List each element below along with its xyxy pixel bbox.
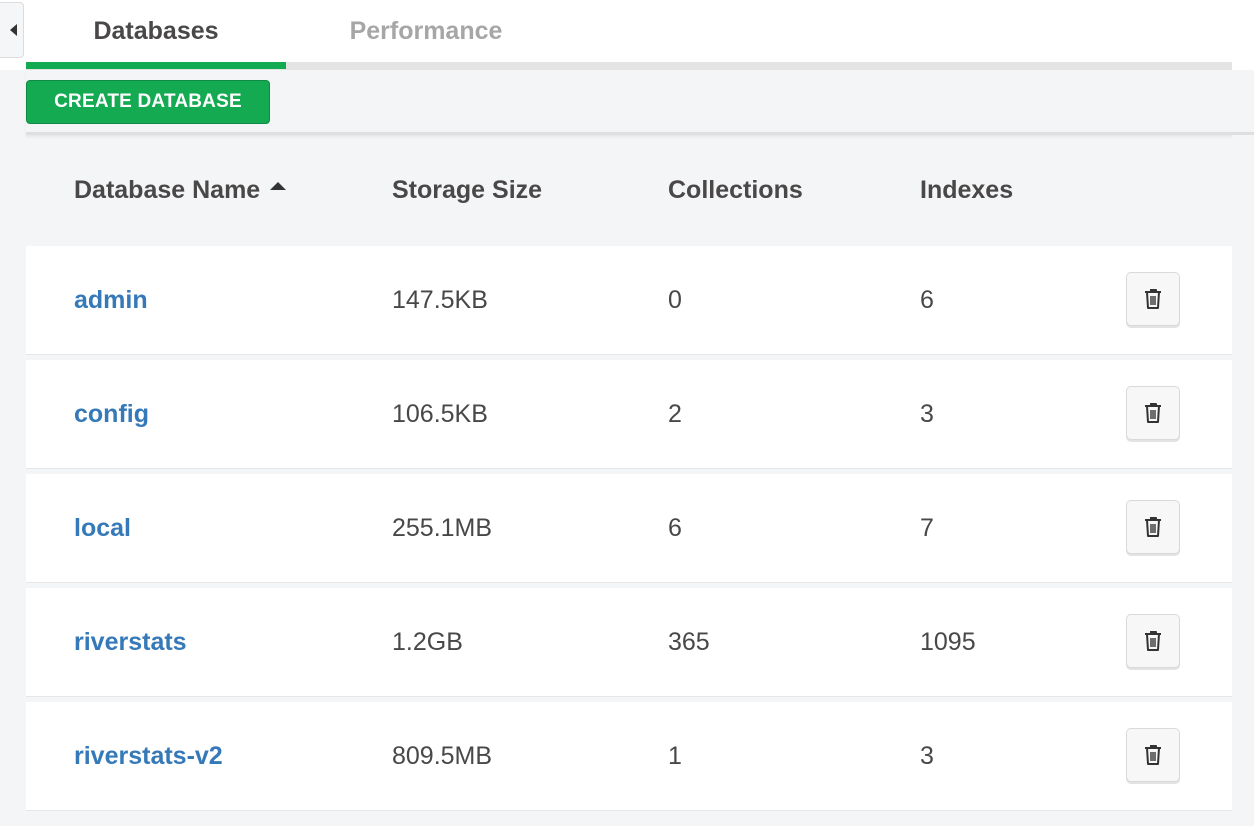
- indexes-count: 3: [920, 741, 934, 770]
- database-name-link[interactable]: riverstats-v2: [74, 702, 223, 810]
- delete-database-button[interactable]: [1126, 386, 1180, 440]
- active-tab-indicator: [26, 62, 286, 69]
- table-row: config 106.5KB 2 3: [26, 360, 1232, 468]
- column-header-collections[interactable]: Collections: [668, 176, 803, 205]
- indexes-count: 3: [920, 399, 934, 428]
- database-list: admin 147.5KB 0 6 config 106.5KB 2 3 loc…: [26, 246, 1232, 816]
- tab-performance[interactable]: Performance: [296, 0, 556, 62]
- caret-left-icon: [9, 24, 17, 36]
- indexes-count: 6: [920, 285, 934, 314]
- tab-bar: Databases Performance: [26, 0, 1232, 70]
- collections-count: 1: [668, 741, 682, 770]
- sort-ascending-icon: [270, 182, 287, 190]
- trash-icon: [1145, 745, 1161, 765]
- storage-size: 1.2GB: [392, 627, 463, 656]
- collections-count: 6: [668, 513, 682, 542]
- create-database-button[interactable]: CREATE DATABASE: [26, 80, 270, 124]
- database-name-link[interactable]: riverstats: [74, 588, 187, 696]
- storage-size: 255.1MB: [392, 513, 493, 542]
- table-row: riverstats 1.2GB 365 1095: [26, 588, 1232, 696]
- tab-databases[interactable]: Databases: [26, 0, 286, 62]
- column-header-name-label: Database Name: [74, 176, 261, 204]
- column-header-storage[interactable]: Storage Size: [392, 176, 542, 205]
- indexes-count: 7: [920, 513, 934, 542]
- table-row: admin 147.5KB 0 6: [26, 246, 1232, 354]
- trash-icon: [1145, 631, 1161, 651]
- collections-count: 365: [668, 627, 710, 656]
- delete-database-button[interactable]: [1126, 728, 1180, 782]
- delete-database-button[interactable]: [1126, 500, 1180, 554]
- toolbar: CREATE DATABASE: [26, 70, 1254, 135]
- storage-size: 147.5KB: [392, 285, 488, 314]
- column-header-indexes[interactable]: Indexes: [920, 176, 1013, 205]
- table-row: local 255.1MB 6 7: [26, 474, 1232, 582]
- storage-size: 809.5MB: [392, 741, 493, 770]
- database-name-link[interactable]: local: [74, 474, 131, 582]
- collapse-sidebar-button[interactable]: [0, 2, 24, 58]
- storage-size: 106.5KB: [392, 399, 488, 428]
- trash-icon: [1145, 517, 1161, 537]
- delete-database-button[interactable]: [1126, 272, 1180, 326]
- trash-icon: [1145, 403, 1161, 423]
- database-name-link[interactable]: config: [74, 360, 149, 468]
- collections-count: 2: [668, 399, 682, 428]
- scroll-gutter: [1232, 135, 1254, 826]
- collections-count: 0: [668, 285, 682, 314]
- database-name-link[interactable]: admin: [74, 246, 148, 354]
- table-header: Database Name Storage Size Collections I…: [26, 140, 1232, 244]
- top-bar: Databases Performance: [0, 0, 1254, 70]
- table-row: riverstats-v2 809.5MB 1 3: [26, 702, 1232, 810]
- indexes-count: 1095: [920, 627, 976, 656]
- column-header-name[interactable]: Database Name: [74, 176, 287, 205]
- delete-database-button[interactable]: [1126, 614, 1180, 668]
- trash-icon: [1145, 289, 1161, 309]
